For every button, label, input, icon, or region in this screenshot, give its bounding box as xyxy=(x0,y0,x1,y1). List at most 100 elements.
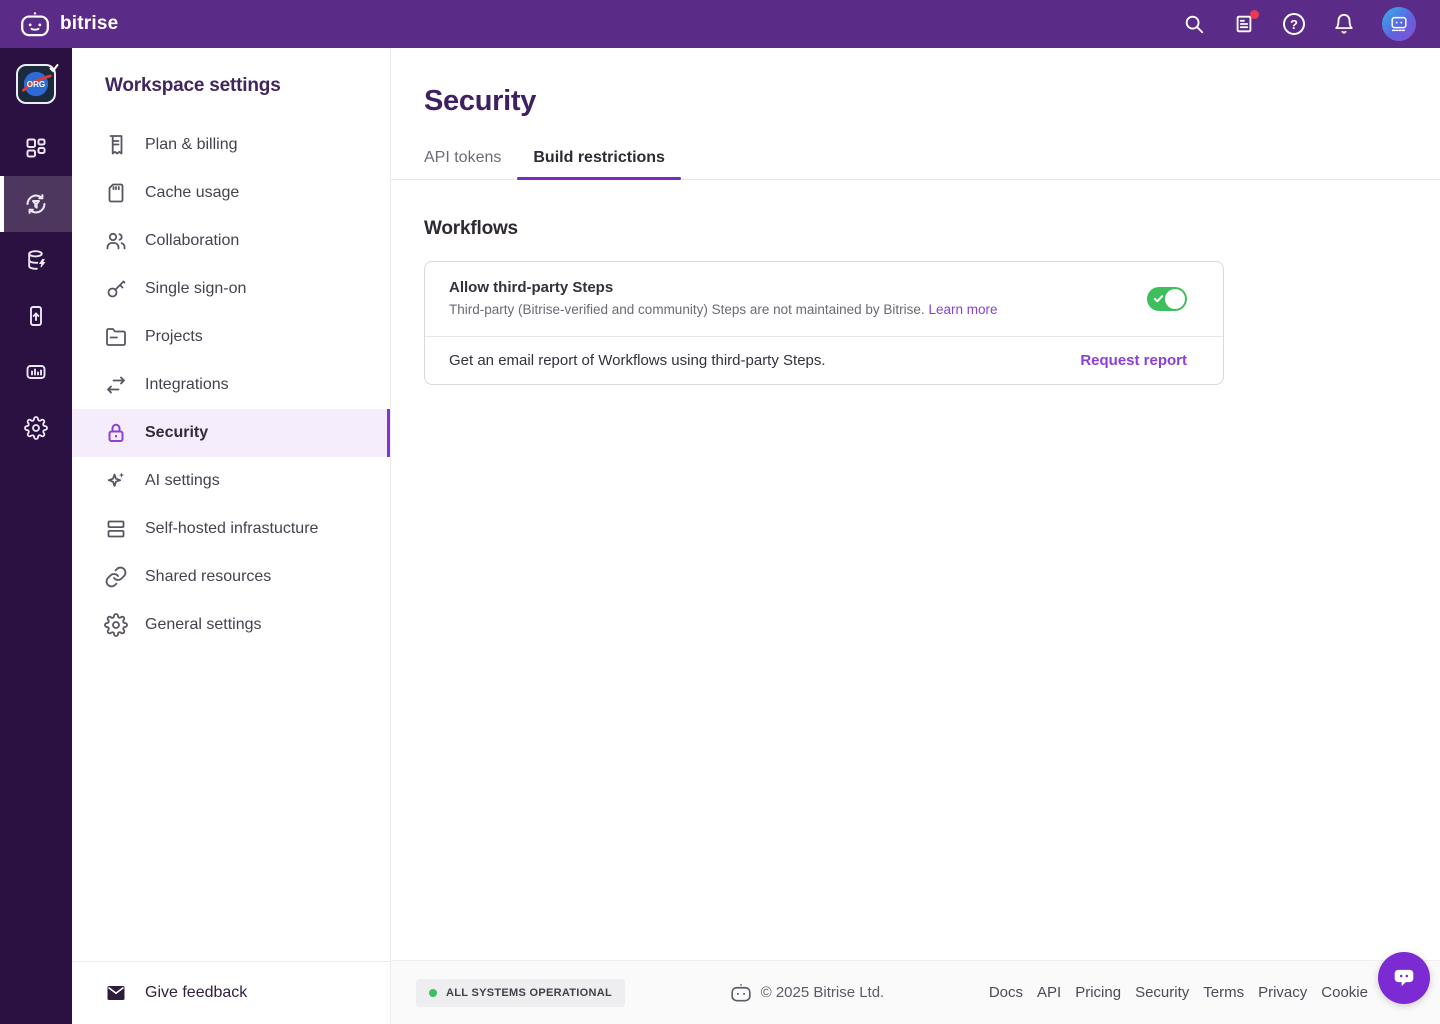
request-report-link[interactable]: Request report xyxy=(1080,352,1187,369)
page-title: Security xyxy=(424,85,1440,117)
status-label: ALL SYSTEMS OPERATIONAL xyxy=(446,987,612,999)
sidebar-item-single-sign-on[interactable]: Single sign-on xyxy=(72,265,390,313)
pipelines-sync-icon xyxy=(23,191,49,217)
status-green-dot-icon xyxy=(429,989,437,997)
server-icon xyxy=(104,517,128,541)
sidebar-item-label: Single sign-on xyxy=(145,280,246,298)
bitrise-logo[interactable]: bitrise xyxy=(20,11,118,37)
toggle-knob xyxy=(1165,289,1185,309)
insights-chart-icon xyxy=(24,360,48,384)
sidebar-item-label: Plan & billing xyxy=(145,136,238,154)
toggle-row-title: Allow third-party Steps xyxy=(449,277,998,299)
sparkles-icon xyxy=(104,469,128,493)
workflows-card: Allow third-party Steps Third-party (Bit… xyxy=(424,261,1224,385)
apps-grid-icon xyxy=(24,136,48,160)
rail-item-release[interactable] xyxy=(0,288,72,344)
help-icon[interactable]: ? xyxy=(1282,12,1306,36)
sidebar-item-label: Shared resources xyxy=(145,568,271,586)
main-panel: Security API tokens Build restrictions W… xyxy=(391,48,1440,1024)
give-feedback-label: Give feedback xyxy=(145,984,247,1002)
email-report-row: Get an email report of Workflows using t… xyxy=(425,337,1223,384)
sidebar-nav: Plan & billing Cache usage xyxy=(72,121,390,961)
key-icon xyxy=(104,277,128,301)
database-bolt-icon xyxy=(24,248,48,272)
toggle-row-text: Allow third-party Steps Third-party (Bit… xyxy=(449,277,998,320)
org-avatar[interactable]: ORG xyxy=(16,64,56,104)
footer-link-api[interactable]: API xyxy=(1037,984,1061,1001)
sidebar-item-ai-settings[interactable]: AI settings xyxy=(72,457,390,505)
people-icon xyxy=(104,229,128,253)
learn-more-link[interactable]: Learn more xyxy=(928,302,997,317)
receipt-icon xyxy=(104,133,128,157)
footer-link-privacy[interactable]: Privacy xyxy=(1258,984,1307,1001)
phone-upload-icon xyxy=(24,304,48,328)
sidebar-item-cache-usage[interactable]: Cache usage xyxy=(72,169,390,217)
sidebar-item-plan-billing[interactable]: Plan & billing xyxy=(72,121,390,169)
sidebar-item-collaboration[interactable]: Collaboration xyxy=(72,217,390,265)
gear-icon xyxy=(24,416,48,440)
brand-name: bitrise xyxy=(60,13,118,35)
tab-api-tokens[interactable]: API tokens xyxy=(424,137,517,179)
bitrise-robot-outline-icon xyxy=(730,983,752,1002)
sidebar-item-integrations[interactable]: Integrations xyxy=(72,361,390,409)
footer-links: Docs API Pricing Security Terms Privacy … xyxy=(989,984,1368,1001)
bell-icon[interactable] xyxy=(1332,12,1356,36)
sidebar-title: Workspace settings xyxy=(105,72,390,100)
sidebar-item-general-settings[interactable]: General settings xyxy=(72,601,390,649)
user-avatar[interactable] xyxy=(1382,7,1416,41)
gear-icon xyxy=(104,613,128,637)
sidebar-item-self-hosted[interactable]: Self-hosted infrastucture xyxy=(72,505,390,553)
chat-support-button[interactable] xyxy=(1378,952,1430,1004)
rail-item-cache[interactable] xyxy=(0,232,72,288)
rail-item-pipelines[interactable] xyxy=(0,176,72,232)
sidebar-item-shared-resources[interactable]: Shared resources xyxy=(72,553,390,601)
main-header: Security xyxy=(391,48,1440,117)
bitrise-robot-icon xyxy=(20,11,50,37)
chat-bubble-icon xyxy=(1390,965,1418,991)
system-status-badge[interactable]: ALL SYSTEMS OPERATIONAL xyxy=(416,979,625,1007)
footer-link-security[interactable]: Security xyxy=(1135,984,1189,1001)
email-report-text: Get an email report of Workflows using t… xyxy=(449,352,826,369)
org-initials: ORG xyxy=(27,80,45,89)
give-feedback-button[interactable]: Give feedback xyxy=(72,961,390,1024)
tab-build-restrictions[interactable]: Build restrictions xyxy=(517,137,681,179)
icon-rail: ORG xyxy=(0,48,72,1024)
page-footer: ALL SYSTEMS OPERATIONAL © 2025 Bitrise L… xyxy=(391,960,1440,1024)
build-restrictions-content: Workflows Allow third-party Steps Third-… xyxy=(391,180,1440,960)
link-icon xyxy=(104,565,128,589)
allow-third-party-steps-toggle[interactable] xyxy=(1147,287,1187,311)
whats-new-icon[interactable] xyxy=(1232,12,1256,36)
rail-item-insights[interactable] xyxy=(0,344,72,400)
org-selected-check-icon xyxy=(48,62,60,74)
workflows-section-title: Workflows xyxy=(424,218,1440,240)
cache-card-icon xyxy=(104,181,128,205)
envelope-icon xyxy=(104,981,128,1005)
copyright-text: © 2025 Bitrise Ltd. xyxy=(761,984,885,1001)
bitrise-app: bitrise ? xyxy=(0,0,1440,1024)
lock-icon xyxy=(104,421,128,445)
sidebar-item-projects[interactable]: Projects xyxy=(72,313,390,361)
footer-link-pricing[interactable]: Pricing xyxy=(1075,984,1121,1001)
workspace-settings-sidebar: Workspace settings Plan & billing xyxy=(72,48,391,1024)
sidebar-item-label: Security xyxy=(145,424,208,442)
sidebar-item-label: Integrations xyxy=(145,376,229,394)
sidebar-item-label: Cache usage xyxy=(145,184,239,202)
rail-item-dashboard[interactable] xyxy=(0,120,72,176)
rail-nav xyxy=(0,120,72,456)
copyright: © 2025 Bitrise Ltd. xyxy=(730,983,885,1002)
footer-link-docs[interactable]: Docs xyxy=(989,984,1023,1001)
allow-third-party-steps-row: Allow third-party Steps Third-party (Bit… xyxy=(425,262,1223,337)
topbar-actions: ? xyxy=(1182,7,1416,41)
footer-link-cookie[interactable]: Cookie xyxy=(1321,984,1368,1001)
tab-bar: API tokens Build restrictions xyxy=(391,137,1440,180)
folder-icon xyxy=(104,325,128,349)
search-icon[interactable] xyxy=(1182,12,1206,36)
top-bar: bitrise ? xyxy=(0,0,1440,48)
rail-item-settings[interactable] xyxy=(0,400,72,456)
check-icon xyxy=(1153,293,1164,304)
swap-arrows-icon xyxy=(104,373,128,397)
footer-link-terms[interactable]: Terms xyxy=(1203,984,1244,1001)
sidebar-item-label: Collaboration xyxy=(145,232,239,250)
sidebar-item-security[interactable]: Security xyxy=(72,409,390,457)
toggle-row-description: Third-party (Bitrise-verified and commun… xyxy=(449,300,998,320)
